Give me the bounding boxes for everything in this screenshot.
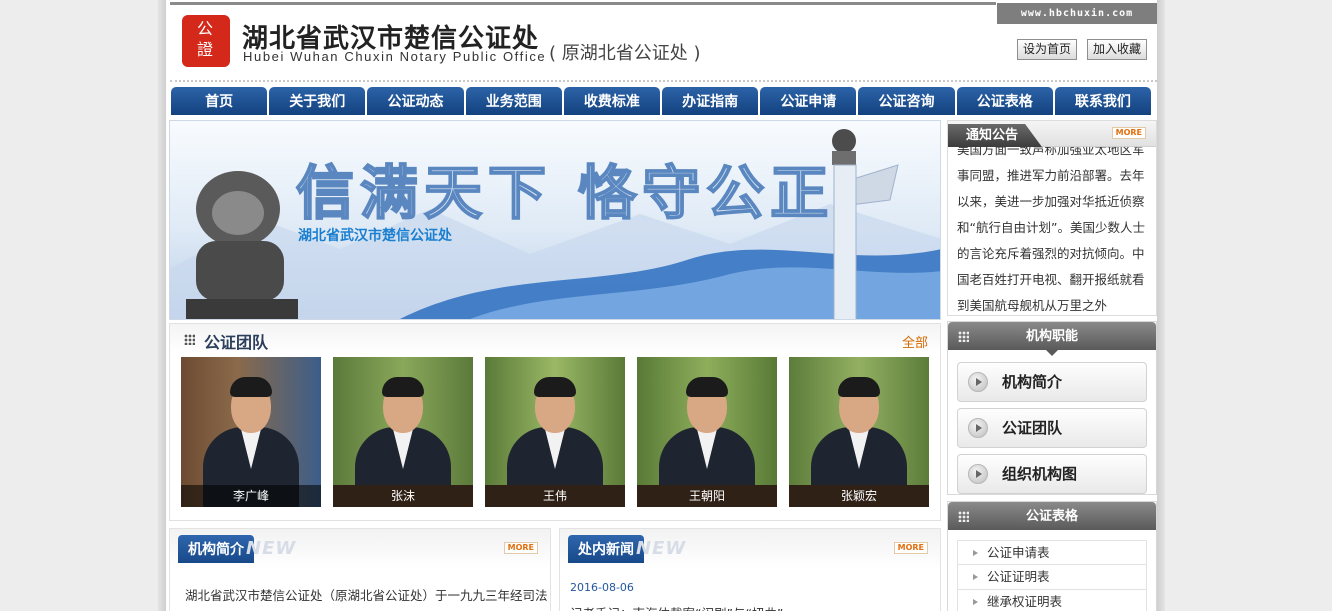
- photo-hair: [382, 377, 424, 397]
- form-item-label: 公证申请表: [987, 545, 1050, 560]
- seal-char: 公: [196, 19, 215, 38]
- org-title: 机构职能: [1025, 329, 1078, 344]
- form-item-application[interactable]: 公证申请表: [957, 540, 1147, 565]
- notice-title: 通知公告: [948, 124, 1042, 147]
- news-box: 处内新闻 NEW MORE 2016-08-06 记者手记：南海仲裁案“闹剧”与…: [559, 528, 941, 611]
- domain-label: www.hbchuxin.com: [997, 3, 1157, 24]
- notice-more-button[interactable]: MORE: [1111, 127, 1146, 139]
- nav-item-apply[interactable]: 公证申请: [760, 87, 857, 115]
- forms-header: 公证表格: [948, 502, 1156, 530]
- team-member-card[interactable]: 张沫: [333, 357, 473, 507]
- nav-item-guide[interactable]: 办证指南: [662, 87, 759, 115]
- main-nav: 首页 关于我们 公证动态 业务范围 收费标准 办证指南 公证申请 公证咨询 公证…: [171, 87, 1152, 115]
- triangle-icon: [973, 599, 978, 605]
- org-team-button[interactable]: 公证团队: [957, 408, 1147, 448]
- member-name: 王伟: [485, 485, 625, 507]
- hero-banner: 信满天下 恪守公正 湖北省武汉市楚信公证处: [169, 120, 941, 320]
- team-member-card[interactable]: 王朝阳: [637, 357, 777, 507]
- page-shadow-left: [158, 0, 166, 611]
- set-homepage-button[interactable]: 设为首页: [1017, 39, 1077, 60]
- header-divider: [170, 80, 1157, 82]
- org-button-label: 组织机构图: [1002, 465, 1078, 483]
- member-name: 张颖宏: [789, 485, 929, 507]
- team-member-card[interactable]: 王伟: [485, 357, 625, 507]
- member-name: 王朝阳: [637, 485, 777, 507]
- about-title: 机构简介: [178, 535, 254, 563]
- about-box: 机构简介 NEW MORE 湖北省武汉市楚信公证处（原湖北省公证处）于一九九三年…: [169, 528, 551, 611]
- photo-hair: [686, 377, 728, 397]
- org-button-label: 机构简介: [1002, 373, 1063, 391]
- news-title: 处内新闻: [568, 535, 644, 563]
- news-date: 2016-08-06: [570, 581, 634, 594]
- nav-item-fees[interactable]: 收费标准: [563, 87, 661, 115]
- notice-panel: 美国方面一致声称加强亚太地区军事同盟，推进军力前沿部署。去年以来，美进一步加强对…: [947, 120, 1157, 316]
- about-text: 湖北省武汉市楚信公证处（原湖北省公证处）于一九九三年经司法: [185, 588, 548, 603]
- page-shadow-right: [1157, 0, 1165, 611]
- team-section: 公证团队 全部 李广峰 张沫 王伟 王朝阳 张颖宏: [169, 323, 941, 521]
- forms-title: 公证表格: [1025, 509, 1078, 524]
- nav-item-contact[interactable]: 联系我们: [1054, 87, 1152, 115]
- new-tag: NEW: [246, 538, 297, 559]
- play-arrow-icon: [968, 418, 988, 438]
- nav-item-forms[interactable]: 公证表格: [956, 87, 1053, 115]
- team-title: 公证团队: [204, 333, 269, 352]
- play-arrow-icon: [968, 372, 988, 392]
- add-favorite-button[interactable]: 加入收藏: [1087, 39, 1147, 60]
- photo-hair: [534, 377, 576, 397]
- forms-panel: 公证表格 公证申请表 公证证明表 继承权证明表: [947, 501, 1157, 611]
- nav-item-news[interactable]: 公证动态: [367, 87, 464, 115]
- grid-icon: [184, 334, 195, 345]
- team-member-card[interactable]: 张颖宏: [789, 357, 929, 507]
- triangle-icon: [973, 550, 978, 556]
- grid-icon: [958, 331, 969, 342]
- play-arrow-icon: [968, 464, 988, 484]
- org-intro-button[interactable]: 机构简介: [957, 362, 1147, 402]
- form-item-inheritance[interactable]: 继承权证明表: [957, 590, 1147, 611]
- team-all-link[interactable]: 全部: [902, 332, 928, 351]
- seal-char: 證: [196, 40, 215, 59]
- news-item-link[interactable]: 记者手记：南海仲裁案“闹剧”与“扭曲”: [570, 603, 783, 611]
- nav-item-services[interactable]: 业务范围: [465, 87, 562, 115]
- org-panel: 机构职能 机构简介 公证团队 组织机构图: [947, 321, 1157, 495]
- org-button-label: 公证团队: [1002, 419, 1063, 437]
- triangle-icon: [973, 574, 978, 580]
- form-item-certificate[interactable]: 公证证明表: [957, 565, 1147, 590]
- grid-icon: [958, 511, 969, 522]
- member-name: 李广峰: [181, 485, 321, 507]
- org-chart-button[interactable]: 组织机构图: [957, 454, 1147, 494]
- team-member-card[interactable]: 李广峰: [181, 357, 321, 507]
- banner-slogan: 信满天下 恪守公正: [295, 158, 835, 228]
- nav-item-home[interactable]: 首页: [171, 87, 268, 115]
- about-more-button[interactable]: MORE: [503, 542, 538, 554]
- banner-subtitle: 湖北省武汉市楚信公证处: [298, 228, 452, 244]
- logo-seal[interactable]: 公 證: [182, 15, 230, 67]
- photo-hair: [838, 377, 880, 397]
- org-header: 机构职能: [948, 322, 1156, 356]
- forms-list: 公证申请表 公证证明表 继承权证明表: [948, 540, 1156, 611]
- member-name: 张沫: [333, 485, 473, 507]
- news-more-button[interactable]: MORE: [893, 542, 928, 554]
- nav-item-about[interactable]: 关于我们: [269, 87, 366, 115]
- notice-header: 通知公告 MORE: [948, 121, 1156, 147]
- page: www.hbchuxin.com 公 證 湖北省武汉市楚信公证处 Hubei W…: [166, 0, 1157, 611]
- header-top-line: [170, 2, 996, 5]
- header-notch: [1046, 350, 1058, 356]
- form-item-label: 公证证明表: [987, 569, 1050, 584]
- new-tag: NEW: [636, 538, 687, 559]
- site-title-english: Hubei Wuhan Chuxin Notary Public Office: [243, 49, 547, 64]
- form-item-label: 继承权证明表: [987, 594, 1063, 609]
- notice-text: 美国方面一致声称加强亚太地区军事同盟，推进军力前沿部署。去年以来，美进一步加强对…: [957, 142, 1145, 313]
- photo-hair: [230, 377, 272, 397]
- site-subtitle: ( 原湖北省公证处 ): [549, 43, 701, 64]
- nav-item-consult[interactable]: 公证咨询: [858, 87, 955, 115]
- stone-lion-icon: [186, 171, 298, 319]
